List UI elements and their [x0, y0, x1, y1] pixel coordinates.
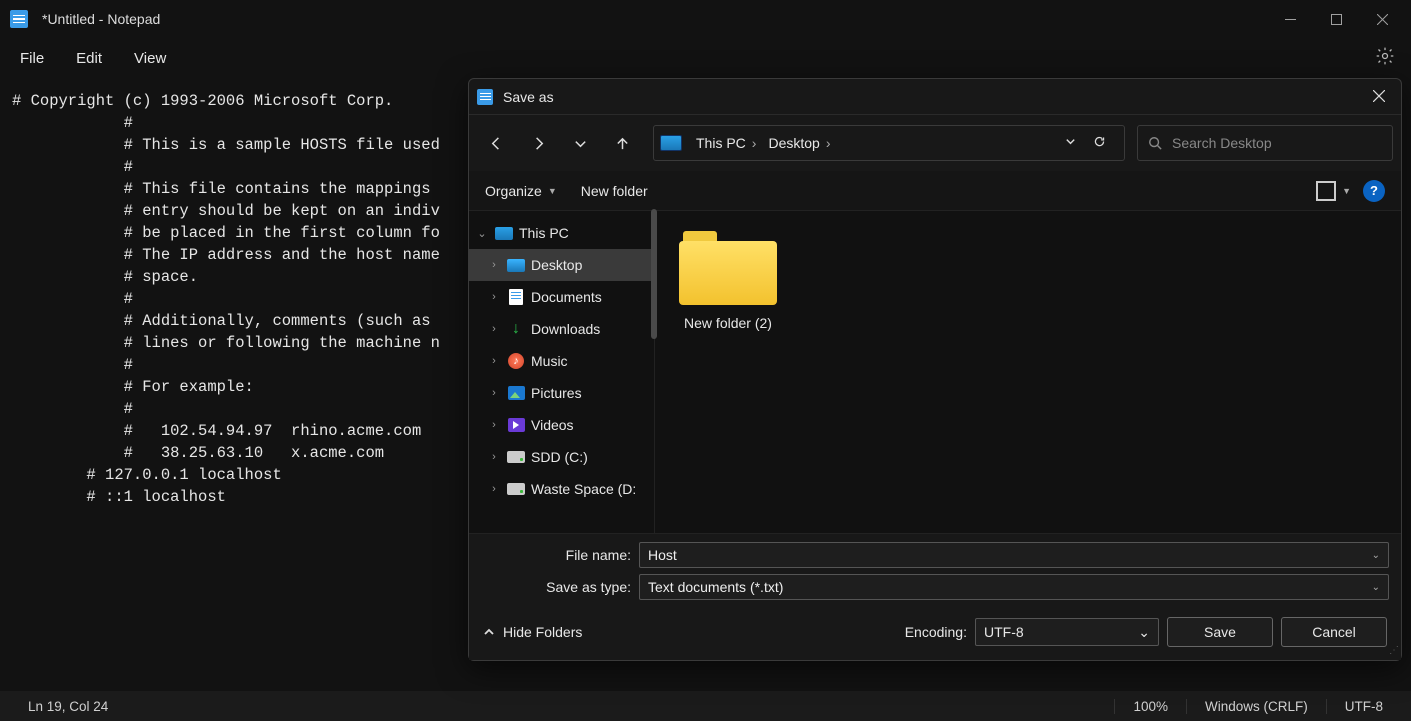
status-encoding[interactable]: UTF-8 [1326, 699, 1401, 714]
address-dropdown-button[interactable] [1064, 135, 1077, 151]
maximize-button[interactable] [1313, 3, 1359, 35]
nav-forward-button[interactable] [519, 124, 557, 162]
status-eol[interactable]: Windows (CRLF) [1186, 699, 1326, 714]
download-icon: ↓ [507, 321, 525, 337]
organize-button[interactable]: Organize▼ [485, 183, 557, 199]
tree-item-drive-c[interactable]: ›SDD (C:) [469, 441, 654, 473]
dialog-bottom-bar: Hide Folders Encoding: UTF-8⌄ Save Cance… [469, 604, 1401, 660]
address-bar[interactable]: This PC› Desktop› [653, 125, 1125, 161]
filename-label: File name: [481, 547, 631, 563]
window-title: *Untitled - Notepad [42, 11, 160, 27]
menu-view[interactable]: View [118, 44, 182, 73]
savetype-select[interactable]: Text documents (*.txt)⌄ [639, 574, 1389, 600]
tree-item-drive-d[interactable]: ›Waste Space (D: [469, 473, 654, 505]
tree-item-videos[interactable]: ›Videos [469, 409, 654, 441]
search-icon [1148, 136, 1162, 150]
title-bar: *Untitled - Notepad [0, 0, 1411, 38]
view-options-button[interactable]: ▼ [1316, 181, 1351, 201]
help-button[interactable]: ? [1363, 180, 1385, 202]
close-button[interactable] [1359, 3, 1405, 35]
breadcrumb-root[interactable]: This PC› [690, 135, 762, 151]
dialog-title: Save as [503, 89, 554, 105]
tree-item-desktop[interactable]: ›Desktop [469, 249, 654, 281]
search-placeholder: Search Desktop [1172, 135, 1272, 151]
file-item-folder[interactable]: New folder (2) [673, 229, 783, 331]
folder-icon [679, 229, 777, 305]
status-cursor: Ln 19, Col 24 [10, 699, 126, 714]
nav-tree: ⌄This PC ›Desktop ›Documents ›↓Downloads… [469, 211, 655, 533]
menu-edit[interactable]: Edit [60, 44, 118, 73]
dialog-close-button[interactable] [1365, 85, 1393, 109]
save-as-dialog: Save as This PC› Desktop› Search Desktop… [468, 78, 1402, 661]
tree-item-downloads[interactable]: ›↓Downloads [469, 313, 654, 345]
nav-recent-button[interactable] [561, 124, 599, 162]
dialog-title-bar: Save as [469, 79, 1401, 115]
notepad-icon [10, 10, 28, 28]
dialog-fields: File name: Host⌄ Save as type: Text docu… [469, 533, 1401, 604]
pc-icon [660, 135, 682, 151]
new-folder-button[interactable]: New folder [581, 183, 648, 199]
dialog-toolbar: Organize▼ New folder ▼ ? [469, 171, 1401, 211]
encoding-label: Encoding: [905, 624, 967, 640]
file-pane[interactable]: New folder (2) [655, 211, 1401, 533]
search-input[interactable]: Search Desktop [1137, 125, 1393, 161]
status-bar: Ln 19, Col 24 100% Windows (CRLF) UTF-8 [0, 691, 1411, 721]
status-zoom[interactable]: 100% [1114, 699, 1186, 714]
settings-button[interactable] [1363, 40, 1407, 76]
save-button[interactable]: Save [1167, 617, 1273, 647]
menu-file[interactable]: File [4, 44, 60, 73]
menu-bar: File Edit View [0, 38, 1411, 78]
refresh-button[interactable] [1083, 135, 1116, 151]
tree-item-this-pc[interactable]: ⌄This PC [469, 217, 654, 249]
cancel-button[interactable]: Cancel [1281, 617, 1387, 647]
hide-folders-toggle[interactable]: Hide Folders [483, 624, 582, 640]
breadcrumb-location[interactable]: Desktop› [762, 135, 836, 151]
minimize-button[interactable] [1267, 3, 1313, 35]
tree-item-music[interactable]: ›♪Music [469, 345, 654, 377]
tree-item-pictures[interactable]: ›Pictures [469, 377, 654, 409]
dialog-body: ⌄This PC ›Desktop ›Documents ›↓Downloads… [469, 211, 1401, 533]
nav-up-button[interactable] [603, 124, 641, 162]
resize-grip[interactable]: ⋰ [1389, 645, 1397, 656]
dialog-app-icon [477, 89, 493, 105]
dialog-nav-row: This PC› Desktop› Search Desktop [469, 115, 1401, 171]
nav-back-button[interactable] [477, 124, 515, 162]
filename-input[interactable]: Host⌄ [639, 542, 1389, 568]
encoding-select[interactable]: UTF-8⌄ [975, 618, 1159, 646]
tree-item-documents[interactable]: ›Documents [469, 281, 654, 313]
file-item-label: New folder (2) [673, 315, 783, 331]
savetype-label: Save as type: [481, 579, 631, 595]
